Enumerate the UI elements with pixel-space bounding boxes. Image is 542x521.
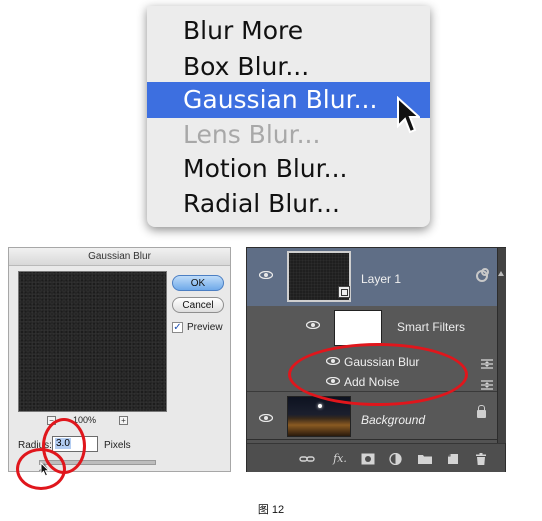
zoom-in-button[interactable]: + — [119, 416, 128, 425]
menu-item-box-blur[interactable]: Box Blur... — [147, 49, 430, 85]
link-icon[interactable] — [299, 453, 315, 465]
lock-icon — [477, 405, 486, 418]
dialog-title: Gaussian Blur — [9, 248, 230, 266]
highlight-circle — [288, 343, 468, 406]
layers-footer-toolbar: fx. — [247, 443, 505, 472]
menu-item-lens-blur: Lens Blur... — [183, 120, 321, 149]
eye-icon[interactable] — [259, 271, 273, 279]
mask-icon[interactable] — [361, 453, 375, 465]
background-layer-name[interactable]: Background — [361, 413, 425, 427]
smart-filters-label: Smart Filters — [397, 320, 466, 334]
preview-label: Preview — [187, 322, 223, 333]
blending-options-icon[interactable] — [481, 356, 493, 369]
scrollbar[interactable] — [497, 248, 506, 443]
preview-checkbox[interactable]: ✓ — [172, 322, 183, 333]
mouse-pointer-icon — [397, 96, 420, 134]
figure-caption: 图 12 — [257, 504, 285, 516]
smart-filter-mask-thumbnail[interactable] — [334, 310, 382, 346]
menu-item-gaussian-blur[interactable]: Gaussian Blur... — [147, 82, 430, 118]
preview-window[interactable] — [18, 271, 167, 412]
ok-button[interactable]: OK — [172, 275, 224, 291]
layer1-name[interactable]: Layer 1 — [361, 272, 401, 286]
folder-icon[interactable] — [417, 453, 433, 465]
cancel-button[interactable]: Cancel — [172, 297, 224, 313]
menu-item-blur-more[interactable]: Blur More — [147, 13, 430, 49]
menu-item-motion-blur[interactable]: Motion Blur... — [147, 151, 430, 187]
mouse-pointer-icon — [40, 462, 50, 477]
blur-submenu: Blur More Box Blur... Gaussian Blur... L… — [147, 6, 430, 227]
fx-icon[interactable]: fx. — [331, 453, 349, 465]
new-layer-icon[interactable] — [447, 453, 459, 465]
gaussian-blur-dialog: Gaussian Blur OK Cancel ✓ Preview − 100%… — [8, 247, 231, 472]
smart-object-icon — [338, 286, 350, 298]
eye-icon[interactable] — [259, 414, 273, 422]
eye-icon[interactable] — [306, 321, 320, 329]
scroll-up-arrow-icon[interactable] — [498, 271, 504, 276]
trash-icon[interactable] — [475, 453, 487, 465]
smart-filter-indicator-icon — [476, 268, 489, 282]
pixels-label: Pixels — [104, 440, 131, 451]
menu-item-radial-blur[interactable]: Radial Blur... — [147, 186, 430, 222]
blending-options-icon[interactable] — [481, 377, 493, 390]
adjustment-layer-icon[interactable] — [389, 453, 402, 465]
